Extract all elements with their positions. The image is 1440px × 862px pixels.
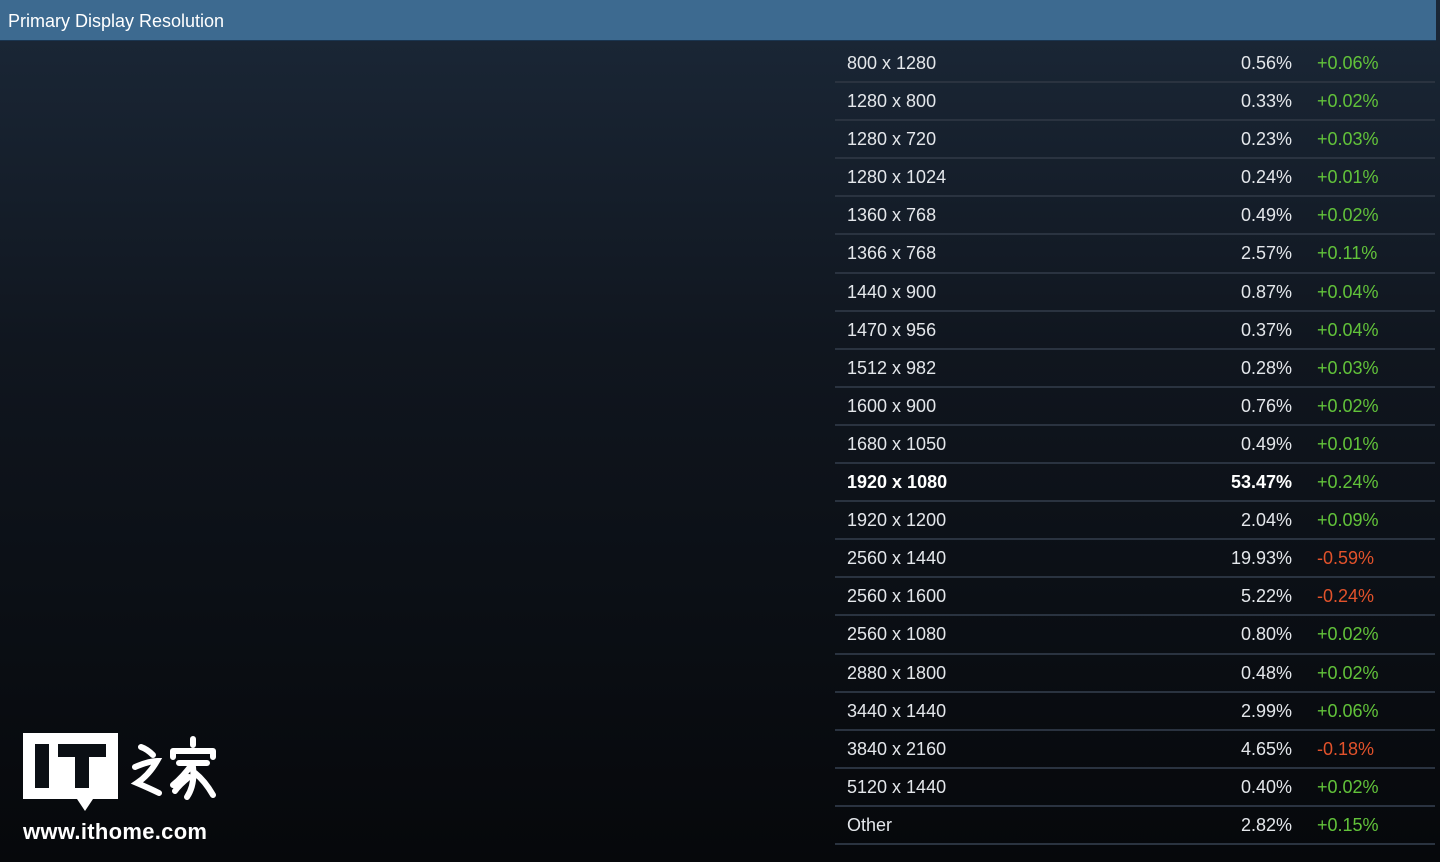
share-change: -0.59% bbox=[1317, 548, 1375, 569]
resolution-label: 1512 x 982 bbox=[847, 357, 937, 378]
share-change: +0.04% bbox=[1317, 319, 1379, 340]
table-row: 1360 x 768 0.49% +0.02% bbox=[835, 197, 1435, 236]
share-change: +0.02% bbox=[1317, 395, 1379, 416]
share-change: +0.15% bbox=[1317, 814, 1379, 835]
resolution-label: Other bbox=[847, 814, 893, 835]
table-row: 1470 x 956 0.37% +0.04% bbox=[835, 312, 1435, 350]
table-row: 3840 x 2160 4.65% -0.18% bbox=[835, 731, 1435, 769]
resolution-label: 1440 x 900 bbox=[847, 281, 937, 302]
share-change: -0.24% bbox=[1317, 586, 1375, 607]
table-row: 5120 x 1440 0.40% +0.02% bbox=[835, 769, 1435, 807]
share-change: +0.06% bbox=[1317, 53, 1379, 73]
resolution-label: 2560 x 1080 bbox=[847, 624, 947, 645]
share-change: +0.24% bbox=[1317, 472, 1379, 493]
resolution-label: 5120 x 1440 bbox=[847, 776, 947, 797]
resolution-label: 800 x 1280 bbox=[847, 53, 937, 73]
share-change: +0.11% bbox=[1317, 243, 1378, 264]
share-percent: 0.49% bbox=[1240, 205, 1292, 226]
ithome-url: www.ithome.com bbox=[23, 819, 208, 844]
resolution-table: 800 x 1280 0.56% +0.06% 1280 x 800 0.33% +0.0… bbox=[835, 45, 1435, 845]
share-change: +0.06% bbox=[1317, 700, 1379, 721]
share-change: +0.01% bbox=[1317, 433, 1379, 454]
table-row: 2560 x 1080 0.80% +0.02% bbox=[835, 616, 1435, 655]
share-percent: 0.33% bbox=[1240, 91, 1292, 112]
resolution-label: 1280 x 720 bbox=[847, 129, 937, 150]
table-row: 1366 x 768 2.57% +0.11% bbox=[835, 235, 1435, 274]
table-row: 800 x 1280 0.56% +0.06% bbox=[835, 45, 1435, 84]
section-header: Primary Display Resolution bbox=[0, 0, 1436, 41]
resolution-label: 1920 x 1200 bbox=[847, 510, 947, 531]
table-row: 1512 x 982 0.28% +0.03% bbox=[835, 350, 1435, 388]
share-percent: 2.82% bbox=[1240, 814, 1292, 835]
share-percent: 4.65% bbox=[1240, 738, 1292, 759]
resolution-label: 2880 x 1800 bbox=[847, 662, 947, 683]
table-row: 1920 x 1200 2.04% +0.09% bbox=[835, 502, 1435, 541]
share-percent: 0.28% bbox=[1240, 357, 1292, 378]
table-row: 1440 x 900 0.87% +0.04% bbox=[835, 274, 1435, 312]
share-percent: 0.76% bbox=[1240, 395, 1292, 416]
resolution-label: 1920 x 1080 bbox=[847, 472, 948, 493]
resolution-label: 1366 x 768 bbox=[847, 243, 937, 264]
share-change: -0.18% bbox=[1317, 738, 1375, 759]
resolution-label: 1360 x 768 bbox=[847, 205, 937, 226]
resolution-label: 1680 x 1050 bbox=[847, 433, 947, 454]
share-percent: 0.87% bbox=[1240, 281, 1292, 302]
resolution-label: 1280 x 800 bbox=[847, 91, 937, 112]
share-change: +0.04% bbox=[1317, 281, 1379, 302]
share-percent: 0.23% bbox=[1240, 129, 1292, 150]
share-percent: 0.49% bbox=[1240, 433, 1292, 454]
share-percent: 2.04% bbox=[1240, 510, 1292, 531]
resolution-label: 1280 x 1024 bbox=[847, 167, 947, 188]
table-row: Other 2.82% +0.15% bbox=[835, 807, 1435, 845]
table-row: 2560 x 1440 19.93% -0.59% bbox=[835, 540, 1435, 579]
table-row: 1280 x 1024 0.24% +0.01% bbox=[835, 159, 1435, 198]
share-change: +0.03% bbox=[1317, 129, 1379, 150]
share-change: +0.02% bbox=[1317, 662, 1379, 683]
share-percent: 53.47% bbox=[1230, 472, 1292, 493]
share-percent: 0.37% bbox=[1240, 319, 1292, 340]
table-row: 2560 x 1600 5.22% -0.24% bbox=[835, 578, 1435, 617]
share-change: +0.02% bbox=[1317, 91, 1379, 112]
resolution-label: 3840 x 2160 bbox=[847, 738, 947, 759]
table-row: 2880 x 1800 0.48% +0.02% bbox=[835, 655, 1435, 693]
ithome-watermark: www.ithome.com bbox=[23, 733, 223, 844]
share-percent: 2.99% bbox=[1240, 700, 1292, 721]
share-change: +0.01% bbox=[1317, 167, 1379, 188]
resolution-label: 2560 x 1440 bbox=[847, 548, 947, 569]
share-percent: 0.48% bbox=[1240, 662, 1292, 683]
share-percent: 0.80% bbox=[1240, 624, 1292, 645]
table-row: 1600 x 900 0.76% +0.02% bbox=[835, 388, 1435, 426]
table-row: 1680 x 1050 0.49% +0.01% bbox=[835, 426, 1435, 465]
share-percent: 0.24% bbox=[1240, 167, 1292, 188]
share-percent: 19.93% bbox=[1230, 548, 1292, 569]
share-change: +0.02% bbox=[1317, 624, 1379, 645]
resolution-label: 1470 x 956 bbox=[847, 319, 937, 340]
table-row: 1280 x 720 0.23% +0.03% bbox=[835, 121, 1435, 160]
share-change: +0.09% bbox=[1317, 510, 1379, 531]
resolution-label: 1600 x 900 bbox=[847, 395, 937, 416]
share-percent: 0.40% bbox=[1240, 776, 1292, 797]
share-percent: 0.56% bbox=[1240, 53, 1292, 73]
share-change: +0.02% bbox=[1317, 205, 1379, 226]
table-row: 1920 x 1080 53.47% +0.24% bbox=[835, 464, 1435, 503]
share-percent: 5.22% bbox=[1240, 586, 1292, 607]
section-title: Primary Display Resolution bbox=[8, 11, 225, 31]
resolution-label: 2560 x 1600 bbox=[847, 586, 947, 607]
table-row: 3440 x 1440 2.99% +0.06% bbox=[835, 693, 1435, 731]
share-change: +0.02% bbox=[1317, 776, 1379, 797]
share-change: +0.03% bbox=[1317, 357, 1379, 378]
resolution-label: 3440 x 1440 bbox=[847, 700, 947, 721]
ithome-logo-icon bbox=[23, 733, 216, 811]
share-percent: 2.57% bbox=[1240, 243, 1292, 264]
table-row: 1280 x 800 0.33% +0.02% bbox=[835, 83, 1435, 122]
